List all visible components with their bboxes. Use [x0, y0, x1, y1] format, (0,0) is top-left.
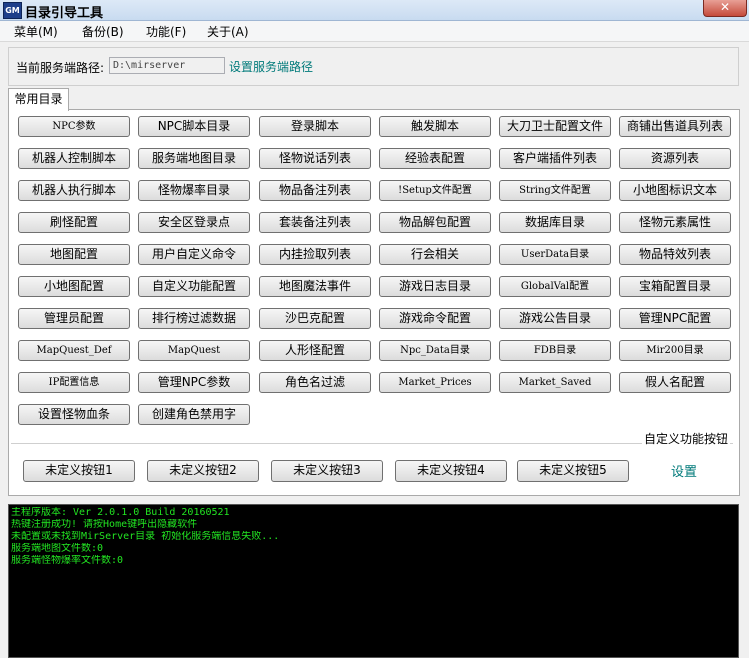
- directory-button[interactable]: 宝箱配置目录: [619, 276, 731, 297]
- console-line: 主程序版本: Ver 2.0.1.0 Build 20160521: [11, 507, 230, 518]
- directory-button[interactable]: 地图配置: [18, 244, 130, 265]
- directory-button[interactable]: 经验表配置: [379, 148, 491, 169]
- directory-button[interactable]: 行会相关: [379, 244, 491, 265]
- directory-button[interactable]: Npc_Data目录: [379, 340, 491, 361]
- directory-button[interactable]: 游戏公告目录: [499, 308, 611, 329]
- close-button[interactable]: ✕: [703, 0, 747, 17]
- tab-common-directories[interactable]: 常用目录: [8, 88, 69, 111]
- directory-button[interactable]: 地图魔法事件: [259, 276, 371, 297]
- console-line: 服务端怪物爆率文件数:0: [11, 555, 124, 566]
- directory-button[interactable]: 资源列表: [619, 148, 731, 169]
- custom-button-4[interactable]: 未定义按钮4: [395, 460, 507, 482]
- directory-button[interactable]: 假人名配置: [619, 372, 731, 393]
- menu-function[interactable]: 功能(F): [146, 23, 186, 40]
- custom-button-3[interactable]: 未定义按钮3: [271, 460, 383, 482]
- directory-button[interactable]: 大刀卫士配置文件: [499, 116, 611, 137]
- directory-button[interactable]: 机器人执行脚本: [18, 180, 130, 201]
- directory-button[interactable]: 游戏命令配置: [379, 308, 491, 329]
- directory-button[interactable]: 小地图配置: [18, 276, 130, 297]
- title-bar: GM 目录引导工具 ✕: [0, 0, 749, 21]
- directory-button[interactable]: 登录脚本: [259, 116, 371, 137]
- log-console: 主程序版本: Ver 2.0.1.0 Build 20160521 热键注册成功!…: [8, 504, 739, 658]
- directory-button[interactable]: MapQuest: [138, 340, 250, 361]
- directory-button[interactable]: 创建角色禁用字: [138, 404, 250, 425]
- console-line: 未配置或未找到MirServer目录 初始化服务端信息失败...: [11, 531, 280, 542]
- directory-button[interactable]: 安全区登录点: [138, 212, 250, 233]
- directory-button[interactable]: Market_Prices: [379, 372, 491, 393]
- directory-button[interactable]: NPC参数: [18, 116, 130, 137]
- directory-button[interactable]: 机器人控制脚本: [18, 148, 130, 169]
- directory-button[interactable]: 游戏日志目录: [379, 276, 491, 297]
- directory-button[interactable]: 物品备注列表: [259, 180, 371, 201]
- directory-button[interactable]: 设置怪物血条: [18, 404, 130, 425]
- directory-button[interactable]: 人形怪配置: [259, 340, 371, 361]
- directory-button[interactable]: !Setup文件配置: [379, 180, 491, 201]
- directory-button[interactable]: 管理NPC配置: [619, 308, 731, 329]
- custom-settings-link[interactable]: 设置: [671, 461, 697, 480]
- directory-button[interactable]: 刷怪配置: [18, 212, 130, 233]
- menu-about[interactable]: 关于(A): [207, 23, 249, 40]
- menu-backup[interactable]: 备份(B): [82, 23, 124, 40]
- server-path-label: 当前服务端路径:: [16, 61, 105, 75]
- directory-button[interactable]: 内挂捡取列表: [259, 244, 371, 265]
- directory-button[interactable]: 服务端地图目录: [138, 148, 250, 169]
- directory-button[interactable]: 自定义功能配置: [138, 276, 250, 297]
- custom-group-title: 自定义功能按钮: [642, 430, 731, 447]
- tab-panel: 自定义功能按钮 设置 NPC参数 NPC脚本目录 登录脚本 触发脚本 大刀卫士配置文件商…: [8, 109, 740, 496]
- custom-button-5[interactable]: 未定义按钮5: [517, 460, 629, 482]
- directory-button[interactable]: 物品特效列表: [619, 244, 731, 265]
- set-server-path-link[interactable]: 设置服务端路径: [229, 58, 313, 75]
- directory-button[interactable]: 套装备注列表: [259, 212, 371, 233]
- menu-main[interactable]: 菜单(M): [14, 23, 58, 40]
- directory-button[interactable]: 管理员配置: [18, 308, 130, 329]
- directory-button[interactable]: 客户端插件列表: [499, 148, 611, 169]
- directory-button[interactable]: 怪物说话列表: [259, 148, 371, 169]
- custom-button-2[interactable]: 未定义按钮2: [147, 460, 259, 482]
- window-title: 目录引导工具: [25, 6, 104, 21]
- directory-button[interactable]: 小地图标识文本: [619, 180, 731, 201]
- directory-button[interactable]: 管理NPC参数: [138, 372, 250, 393]
- directory-button[interactable]: 用户自定义命令: [138, 244, 250, 265]
- console-line: 热键注册成功! 请按Home键呼出隐藏软件: [11, 519, 198, 530]
- directory-button[interactable]: 怪物元素属性: [619, 212, 731, 233]
- directory-button[interactable]: 数据库目录: [499, 212, 611, 233]
- directory-button[interactable]: FDB目录: [499, 340, 611, 361]
- directory-button[interactable]: MapQuest_Def: [18, 340, 130, 361]
- menu-bar: 菜单(M) 备份(B) 功能(F) 关于(A): [0, 21, 749, 42]
- directory-button[interactable]: String文件配置: [499, 180, 611, 201]
- directory-button[interactable]: GlobalVal配置: [499, 276, 611, 297]
- directory-button[interactable]: 物品解包配置: [379, 212, 491, 233]
- directory-button[interactable]: IP配置信息: [18, 372, 130, 393]
- directory-button[interactable]: 怪物爆率目录: [138, 180, 250, 201]
- directory-button[interactable]: 排行榜过滤数据: [138, 308, 250, 329]
- directory-button[interactable]: 触发脚本: [379, 116, 491, 137]
- directory-button[interactable]: UserData目录: [499, 244, 611, 265]
- custom-button-1[interactable]: 未定义按钮1: [23, 460, 135, 482]
- server-path-panel: 当前服务端路径: D:\mirserver 设置服务端路径: [8, 47, 739, 86]
- directory-button[interactable]: 沙巴克配置: [259, 308, 371, 329]
- directory-button[interactable]: Market_Saved: [499, 372, 611, 393]
- directory-button[interactable]: Mir200目录: [619, 340, 731, 361]
- app-icon: GM: [3, 2, 22, 19]
- directory-button[interactable]: 角色名过滤: [259, 372, 371, 393]
- server-path-input[interactable]: D:\mirserver: [109, 57, 225, 74]
- directory-button[interactable]: 商铺出售道具列表: [619, 116, 731, 137]
- console-line: 服务端地图文件数:0: [11, 543, 104, 554]
- directory-button[interactable]: NPC脚本目录: [138, 116, 250, 137]
